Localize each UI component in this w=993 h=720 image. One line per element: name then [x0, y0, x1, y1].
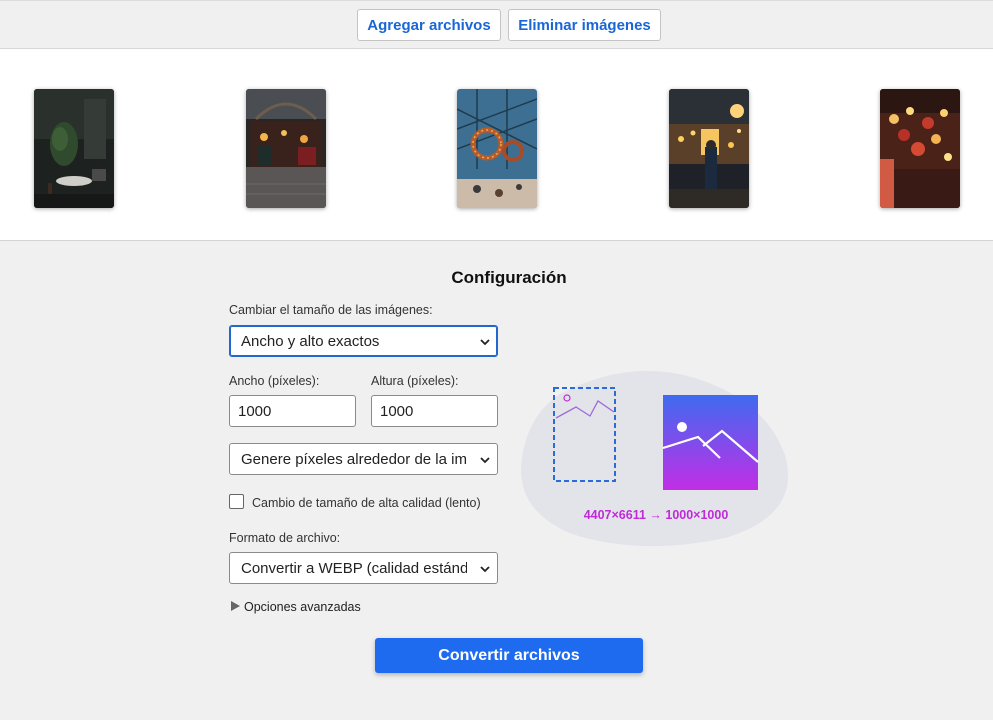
format-value: Convertir a WEBP (calidad estándar): [241, 559, 467, 577]
resize-label: Cambiar el tamaño de las imágenes:: [229, 303, 433, 317]
chevron-down-icon: [480, 339, 490, 346]
resized-image-icon: [662, 395, 759, 490]
thumbnail-3[interactable]: [457, 89, 537, 208]
high-quality-label: Cambio de tamaño de alta calidad (lento): [252, 496, 481, 510]
width-input[interactable]: 1000: [229, 395, 356, 427]
format-select[interactable]: Convertir a WEBP (calidad estándar): [229, 552, 498, 584]
height-input[interactable]: 1000: [371, 395, 498, 427]
thumbnail-5[interactable]: [880, 89, 960, 208]
high-quality-checkbox[interactable]: [229, 494, 244, 509]
toolbar: Agregar archivos Eliminar imágenes: [0, 0, 993, 49]
expand-triangle-icon[interactable]: [231, 601, 240, 611]
resize-mode-value: Ancho y alto exactos: [241, 332, 380, 350]
thumbnail-2[interactable]: [246, 89, 326, 208]
convert-files-button[interactable]: Convertir archivos: [375, 638, 643, 673]
advanced-options-toggle[interactable]: Opciones avanzadas: [244, 600, 361, 614]
add-files-button[interactable]: Agregar archivos: [357, 9, 501, 41]
format-label: Formato de archivo:: [229, 531, 341, 545]
fit-mode-select[interactable]: Genere píxeles alrededor de la imagen: [229, 443, 498, 475]
thumbnail-4[interactable]: [669, 89, 749, 208]
width-label: Ancho (píxeles):: [229, 374, 320, 388]
fit-mode-value: Genere píxeles alrededor de la imagen: [241, 450, 467, 468]
thumbnail-1[interactable]: [34, 89, 114, 208]
remove-images-button[interactable]: Eliminar imágenes: [508, 9, 661, 41]
chevron-down-icon: [480, 566, 490, 573]
resize-mode-select[interactable]: Ancho y alto exactos: [229, 325, 498, 357]
chevron-down-icon: [480, 457, 490, 464]
dimensions-label: 4407×6611 → 1000×1000: [583, 508, 729, 522]
thumbnail-gallery: [0, 49, 993, 241]
settings-title: Configuración: [451, 268, 567, 287]
height-label: Altura (píxeles):: [371, 374, 459, 388]
